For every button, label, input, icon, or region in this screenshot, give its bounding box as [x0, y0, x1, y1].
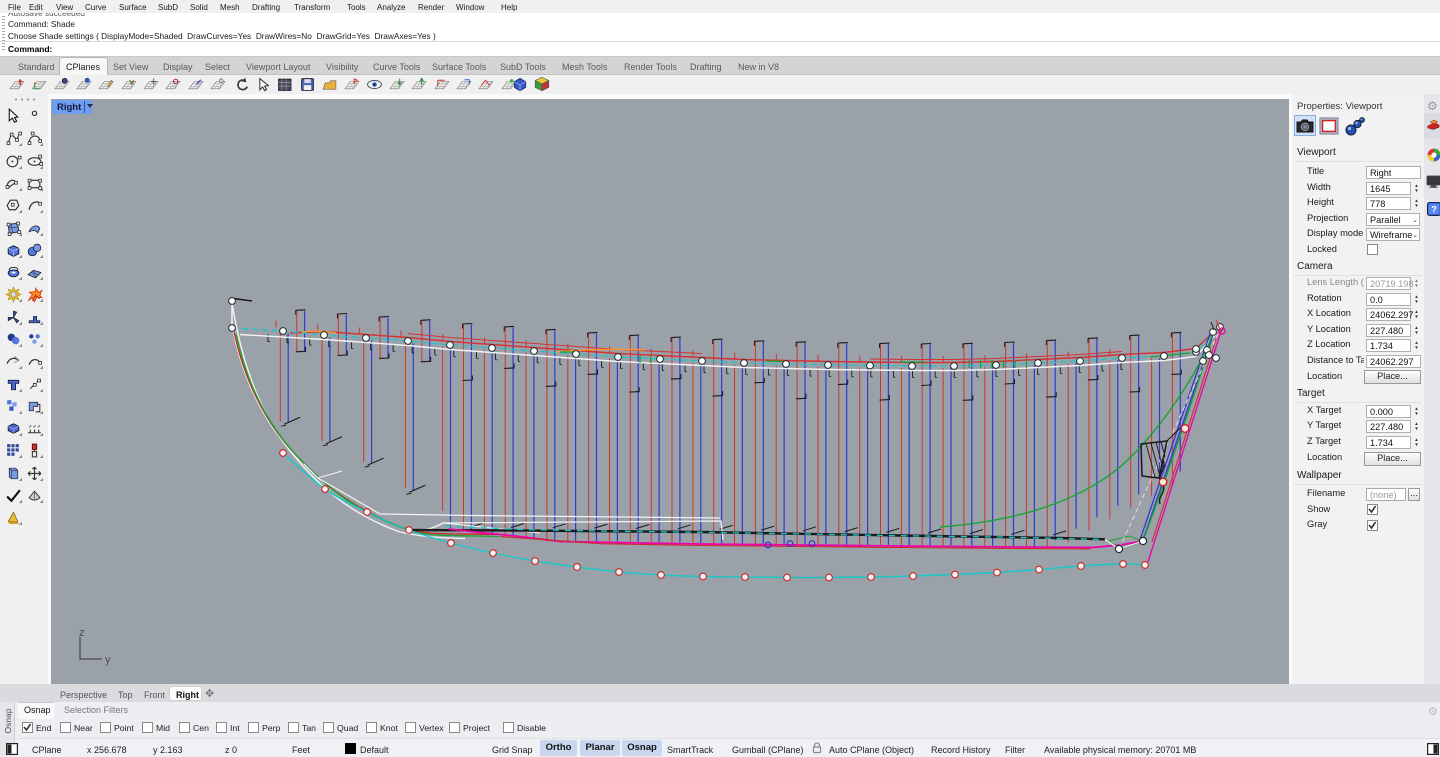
- svg-text:y: y: [105, 654, 111, 666]
- svg-text:z: z: [79, 627, 85, 639]
- svg-text:?: ?: [1431, 205, 1437, 215]
